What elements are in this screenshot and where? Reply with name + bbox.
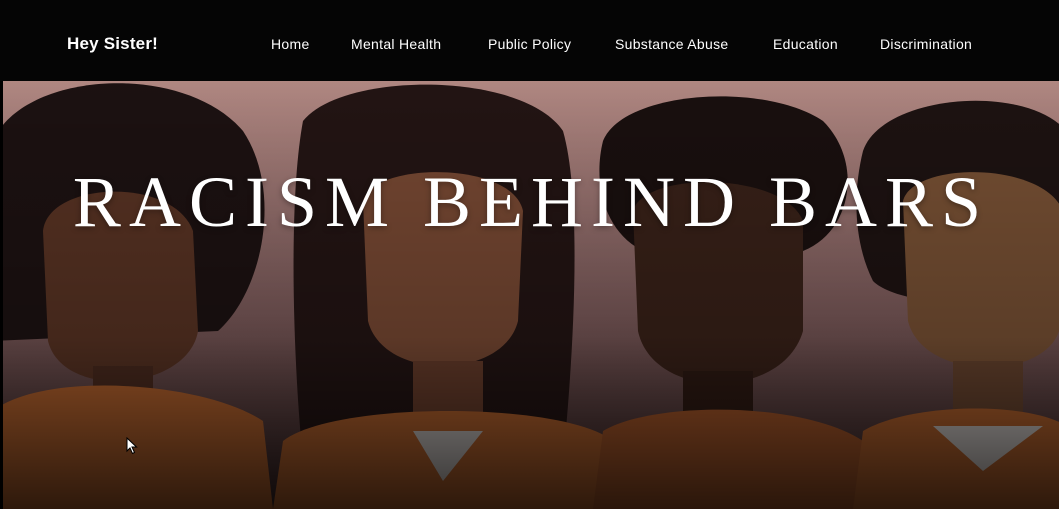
nav-item-substance-abuse[interactable]: Substance Abuse	[615, 36, 728, 53]
hero-banner: RACISM BEHIND BARS	[3, 81, 1059, 509]
mouse-cursor-icon	[126, 437, 138, 455]
hero-title: RACISM BEHIND BARS	[72, 162, 990, 242]
nav-item-public-policy[interactable]: Public Policy	[488, 36, 571, 53]
top-navbar: Hey Sister! Home Mental Health Public Po…	[0, 0, 1059, 81]
nav-item-mental-health[interactable]: Mental Health	[351, 36, 441, 53]
hero-illustration	[3, 81, 1059, 509]
brand-logo[interactable]: Hey Sister!	[67, 34, 158, 54]
nav-item-discrimination[interactable]: Discrimination	[880, 36, 972, 53]
nav-item-education[interactable]: Education	[773, 36, 838, 53]
nav-item-home[interactable]: Home	[271, 36, 310, 53]
